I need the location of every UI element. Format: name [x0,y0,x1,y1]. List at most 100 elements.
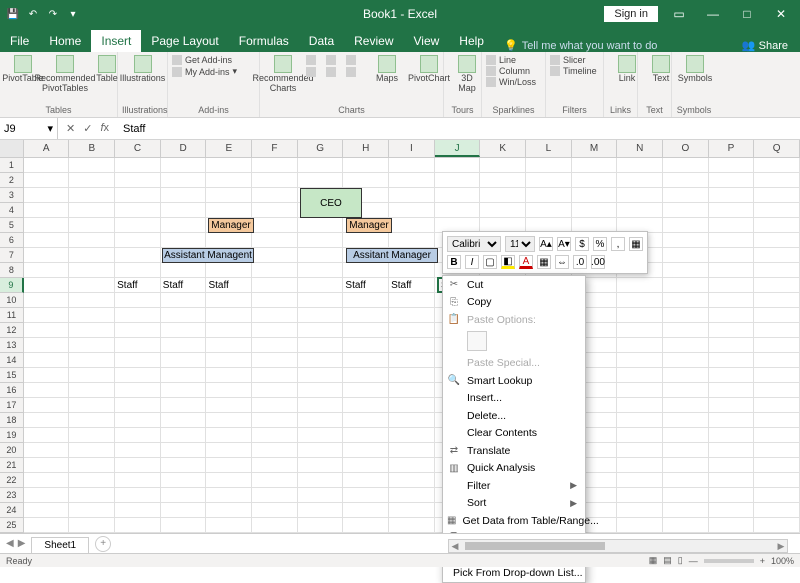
row-header[interactable]: 6 [0,233,24,248]
cell[interactable] [24,428,70,443]
cell[interactable] [69,263,115,278]
cell[interactable] [754,503,800,518]
cell[interactable] [298,518,344,533]
bold-icon[interactable]: B [447,255,461,269]
cell[interactable] [709,218,755,233]
cell[interactable] [69,488,115,503]
sparkline-column-button[interactable]: Column [486,66,541,76]
col-header[interactable]: A [24,140,70,157]
name-box[interactable]: ▾ [0,118,58,139]
cell[interactable] [754,173,800,188]
cell[interactable] [24,338,70,353]
cell[interactable] [24,233,70,248]
name-box-input[interactable] [4,123,47,135]
cell[interactable] [206,308,252,323]
cell[interactable] [115,398,161,413]
col-header[interactable]: N [617,140,663,157]
minimize-icon[interactable]: — [700,4,726,24]
row-header[interactable]: 18 [0,413,24,428]
cell[interactable] [663,323,709,338]
cell[interactable] [389,443,435,458]
tab-review[interactable]: Review [344,30,403,52]
cell[interactable] [709,428,755,443]
cell-assistant-left[interactable]: Assistant Managent [162,248,254,263]
col-header[interactable]: I [389,140,435,157]
cell[interactable] [115,503,161,518]
cell[interactable] [572,173,618,188]
cell[interactable] [24,263,70,278]
cell[interactable] [754,473,800,488]
cell[interactable] [252,503,298,518]
cell[interactable] [754,353,800,368]
cell[interactable] [252,293,298,308]
cell[interactable] [709,518,755,533]
cell[interactable]: Staff [343,278,389,293]
cell[interactable] [754,488,800,503]
row-header[interactable]: 16 [0,383,24,398]
merge-icon[interactable]: ⇔ [555,255,569,269]
cancel-formula-icon[interactable]: ✕ [66,122,75,135]
cell[interactable] [709,488,755,503]
cell[interactable] [69,473,115,488]
cell[interactable] [617,353,663,368]
cell[interactable] [389,518,435,533]
cell[interactable] [617,518,663,533]
formula-value[interactable]: Staff [117,123,145,135]
cell[interactable] [480,203,526,218]
cell[interactable] [252,473,298,488]
cell[interactable] [69,518,115,533]
sheet-nav-prev-icon[interactable]: ◀ [6,538,14,549]
cell[interactable] [24,173,70,188]
cell[interactable] [252,383,298,398]
border-icon[interactable]: ▢ [483,255,497,269]
col-header[interactable]: H [343,140,389,157]
new-sheet-button[interactable]: + [95,536,111,552]
col-header[interactable]: G [298,140,344,157]
cell[interactable] [343,413,389,428]
cell[interactable] [161,503,207,518]
cell[interactable] [389,233,435,248]
cell-assistant-right[interactable]: Assitant Manager [346,248,438,263]
zoom-in-icon[interactable]: + [760,556,765,566]
ribbon-options-icon[interactable]: ▭ [666,4,692,24]
ctx-smart-lookup[interactable]: 🔍Smart Lookup [443,372,585,390]
cell[interactable] [617,293,663,308]
cell[interactable] [709,248,755,263]
symbols-button[interactable]: Symbols [676,55,714,84]
fontsize-select[interactable]: 11 [505,236,535,252]
cell[interactable] [252,173,298,188]
cell[interactable] [69,173,115,188]
cell[interactable]: Staff [161,278,207,293]
cell[interactable] [24,158,70,173]
cell[interactable] [24,398,70,413]
cell[interactable] [206,188,252,203]
cell[interactable] [161,323,207,338]
cell[interactable] [115,248,161,263]
cell[interactable] [389,338,435,353]
sheet-nav-next-icon[interactable]: ▶ [18,538,26,549]
cell[interactable] [389,353,435,368]
cell[interactable] [24,443,70,458]
cell-manager-left[interactable]: Manager [208,218,254,233]
tell-me[interactable]: 💡 Tell me what you want to do [494,39,657,52]
cell[interactable] [389,308,435,323]
ctx-filter[interactable]: Filter▶ [443,477,585,495]
cell[interactable] [161,428,207,443]
cell[interactable] [161,488,207,503]
row-header[interactable]: 11 [0,308,24,323]
cell[interactable] [161,473,207,488]
cell[interactable] [343,443,389,458]
worksheet-grid[interactable]: A B C D E F G H I J K L M N O P Q 123456… [0,140,800,548]
cell[interactable] [709,443,755,458]
cell[interactable] [435,173,481,188]
view-layout-icon[interactable]: ▤ [663,555,672,566]
save-icon[interactable]: 💾 [6,7,20,21]
cell[interactable] [754,368,800,383]
cell[interactable] [115,518,161,533]
cell[interactable] [389,503,435,518]
cell[interactable] [754,458,800,473]
cell[interactable] [24,488,70,503]
cell[interactable] [389,368,435,383]
cell[interactable] [252,443,298,458]
cell[interactable]: Staff [389,278,435,293]
